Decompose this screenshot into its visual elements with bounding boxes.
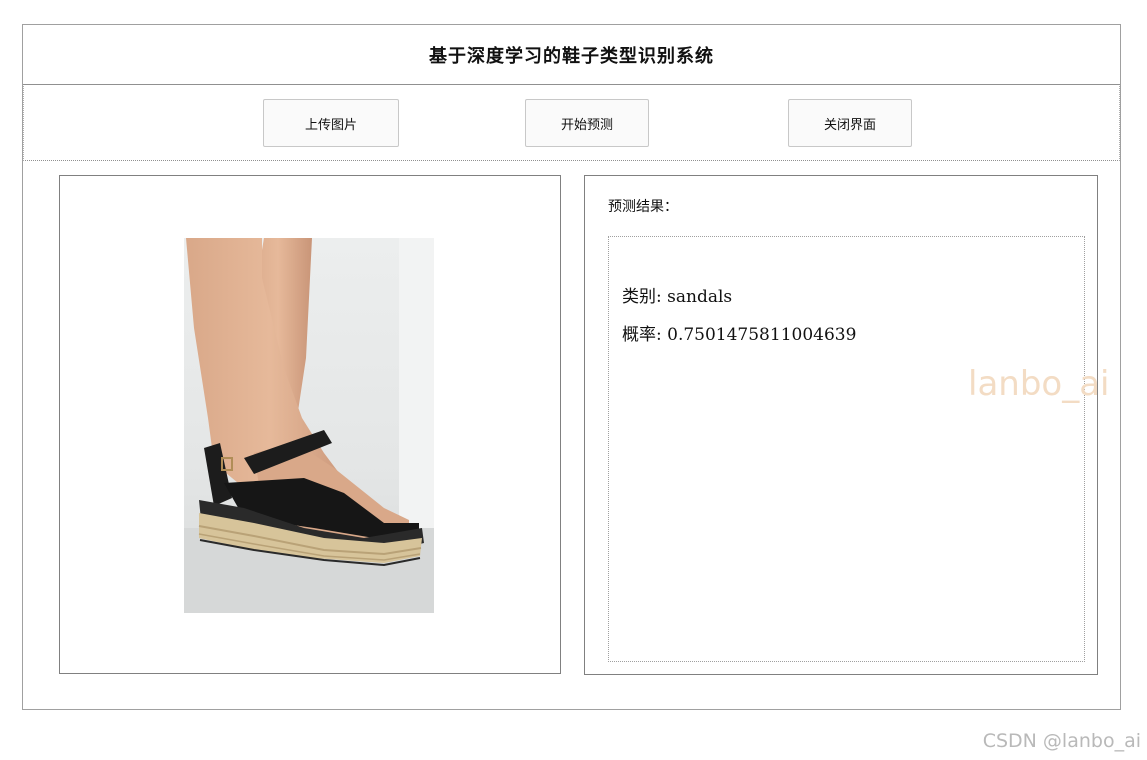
result-output-box: 类别: sandals 概率: 0.7501475811004639 [608,236,1085,662]
main-window: 基于深度学习的鞋子类型识别系统 上传图片 开始预测 关闭界面 预测结果： 类别:… [22,24,1121,710]
title-bar: 基于深度学习的鞋子类型识别系统 [23,25,1120,85]
start-predict-button[interactable]: 开始预测 [525,99,649,147]
result-panel: 预测结果： 类别: sandals 概率: 0.7501475811004639 [584,175,1098,675]
watermark-text: lanbo_ai [968,364,1110,404]
result-heading: 预测结果： [608,199,678,215]
image-panel [59,175,561,674]
window-title: 基于深度学习的鞋子类型识别系统 [429,45,714,67]
close-window-button[interactable]: 关闭界面 [788,99,912,147]
predicted-class-text: 类别: sandals [622,287,733,307]
upload-image-button[interactable]: 上传图片 [263,99,399,147]
toolbar: 上传图片 开始预测 关闭界面 [23,86,1120,161]
footer-watermark: CSDN @lanbo_ai [982,730,1141,752]
sandal-photo [184,238,434,613]
predicted-probability-text: 概率: 0.7501475811004639 [622,325,857,345]
